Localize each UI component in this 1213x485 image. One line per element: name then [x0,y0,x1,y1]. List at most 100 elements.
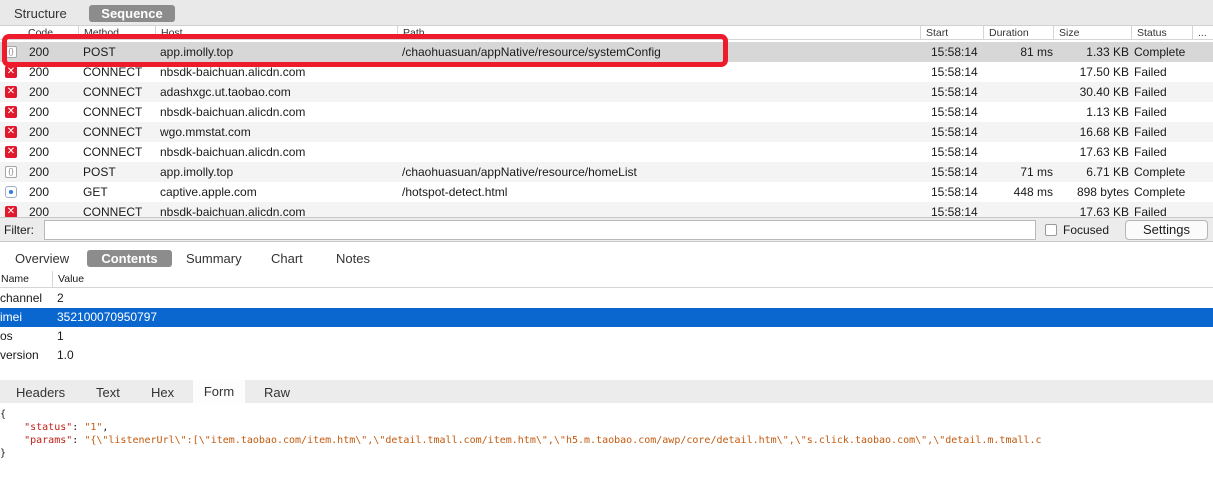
request-size: 16.68 KB [1079,125,1129,139]
settings-button[interactable]: Settings [1125,220,1208,240]
column-header-size[interactable]: Size [1053,26,1079,39]
form-row-value: 2 [57,291,64,305]
filter-input[interactable] [44,220,1036,240]
json-close-brace: } [0,448,7,459]
request-start: 15:58:14 [931,165,978,179]
request-duration: 81 ms [1020,45,1053,59]
request-size: 1.13 KB [1086,105,1129,119]
form-table: Name Value channel 2 imei 35210007095079… [0,271,1213,367]
column-header-duration[interactable]: Duration [983,26,1029,39]
column-header-start[interactable]: Start [920,26,948,39]
request-code: 200 [29,185,50,199]
tab-form[interactable]: Form [193,380,245,403]
request-start: 15:58:14 [931,105,978,119]
failed-icon: ✕ [5,126,17,138]
form-table-header: Name Value [0,271,1213,288]
request-host: nbsdk-baichuan.alicdn.com [160,145,306,159]
tab-structure[interactable]: Structure [14,5,67,22]
form-row-value: 1 [57,329,64,343]
request-host: adashxgc.ut.taobao.com [160,85,291,99]
request-row[interactable]: ✕ 200 CONNECT nbsdk-baichuan.alicdn.com … [0,102,1213,122]
form-row[interactable]: os 1 [0,327,1213,346]
column-header-value[interactable]: Value [52,271,84,288]
request-code: 200 [29,85,50,99]
filter-label: Filter: [4,223,34,237]
view-mode-bar: Structure Sequence [0,0,1213,26]
form-row[interactable]: channel 2 [0,289,1213,308]
request-host: wgo.mmstat.com [160,125,251,139]
request-status: Complete [1134,165,1186,179]
json-key-params: "params" [24,435,73,446]
form-row-value: 1.0 [57,348,74,362]
request-host: nbsdk-baichuan.alicdn.com [160,105,306,119]
request-code: 200 [29,125,50,139]
tab-headers[interactable]: Headers [16,384,65,401]
content-tab-bar: Headers Text Hex Form Raw [0,380,1213,403]
request-method: CONNECT [83,145,143,159]
request-size: 17.63 KB [1079,205,1129,217]
request-host: app.imolly.top [160,165,234,179]
request-method: CONNECT [83,205,143,217]
request-size: 17.63 KB [1079,145,1129,159]
focused-checkbox[interactable] [1045,224,1057,236]
tab-raw[interactable]: Raw [264,384,290,401]
request-method: CONNECT [83,125,143,139]
failed-icon: ✕ [5,66,17,78]
request-path: /hotspot-detect.html [402,185,508,199]
request-duration: 448 ms [1013,185,1053,199]
column-header-status[interactable]: Status [1131,26,1167,39]
request-row[interactable]: {} 200 POST app.imolly.top /chaohuasuan/… [0,162,1213,182]
request-status: Failed [1134,65,1167,79]
form-row[interactable]: imei 352100070950797 [0,308,1213,327]
failed-icon: ✕ [5,86,17,98]
request-size: 898 bytes [1076,185,1129,199]
raw-json-view: { "status": "1", "params": "{\"listenerU… [0,409,1042,459]
request-method: CONNECT [83,105,143,119]
request-row[interactable]: ✕ 200 CONNECT nbsdk-baichuan.alicdn.com … [0,202,1213,217]
failed-icon: ✕ [5,146,17,158]
request-code: 200 [29,145,50,159]
request-row[interactable]: 200 GET captive.apple.com /hotspot-detec… [0,182,1213,202]
web-icon [5,186,17,198]
failed-icon: ✕ [5,106,17,118]
request-start: 15:58:14 [931,65,978,79]
focused-label: Focused [1063,223,1110,237]
json-open-brace: { [0,409,7,420]
request-method: POST [83,165,116,179]
request-method: GET [83,185,108,199]
tab-hex[interactable]: Hex [151,384,174,401]
tab-summary[interactable]: Summary [186,250,242,267]
request-row[interactable]: ✕ 200 CONNECT wgo.mmstat.com 15:58:14 16… [0,122,1213,142]
json-value-params: "{\"listenerUrl\":[\"item.taobao.com/ite… [84,435,1042,446]
form-row-name: imei [0,310,23,324]
column-header-more[interactable]: ... [1192,26,1207,39]
request-row[interactable]: ✕ 200 CONNECT adashxgc.ut.taobao.com 15:… [0,82,1213,102]
request-size: 6.71 KB [1086,165,1129,179]
form-row-name: channel [0,291,43,305]
tab-chart[interactable]: Chart [271,250,303,267]
request-row[interactable]: ✕ 200 CONNECT nbsdk-baichuan.alicdn.com … [0,142,1213,162]
tab-text[interactable]: Text [96,384,120,401]
tab-sequence[interactable]: Sequence [89,5,175,22]
request-code: 200 [29,165,50,179]
column-header-name[interactable]: Name [1,271,29,288]
tab-contents[interactable]: Contents [87,250,172,267]
form-row[interactable]: version 1.0 [0,346,1213,365]
tab-overview[interactable]: Overview [15,250,69,267]
request-start: 15:58:14 [931,85,978,99]
annotation-highlight-box [2,34,728,67]
tab-notes[interactable]: Notes [336,250,370,267]
request-status: Complete [1134,45,1186,59]
request-method: CONNECT [83,85,143,99]
request-code: 200 [29,205,50,217]
json-value-status: "1" [84,422,103,433]
request-start: 15:58:14 [931,45,978,59]
form-row-value: 352100070950797 [57,310,158,324]
request-size: 30.40 KB [1079,85,1129,99]
request-host: captive.apple.com [160,185,257,199]
request-status: Failed [1134,105,1167,119]
request-status: Failed [1134,85,1167,99]
request-size: 1.33 KB [1086,45,1129,59]
request-code: 200 [29,105,50,119]
request-path: /chaohuasuan/appNative/resource/homeList [402,165,637,179]
